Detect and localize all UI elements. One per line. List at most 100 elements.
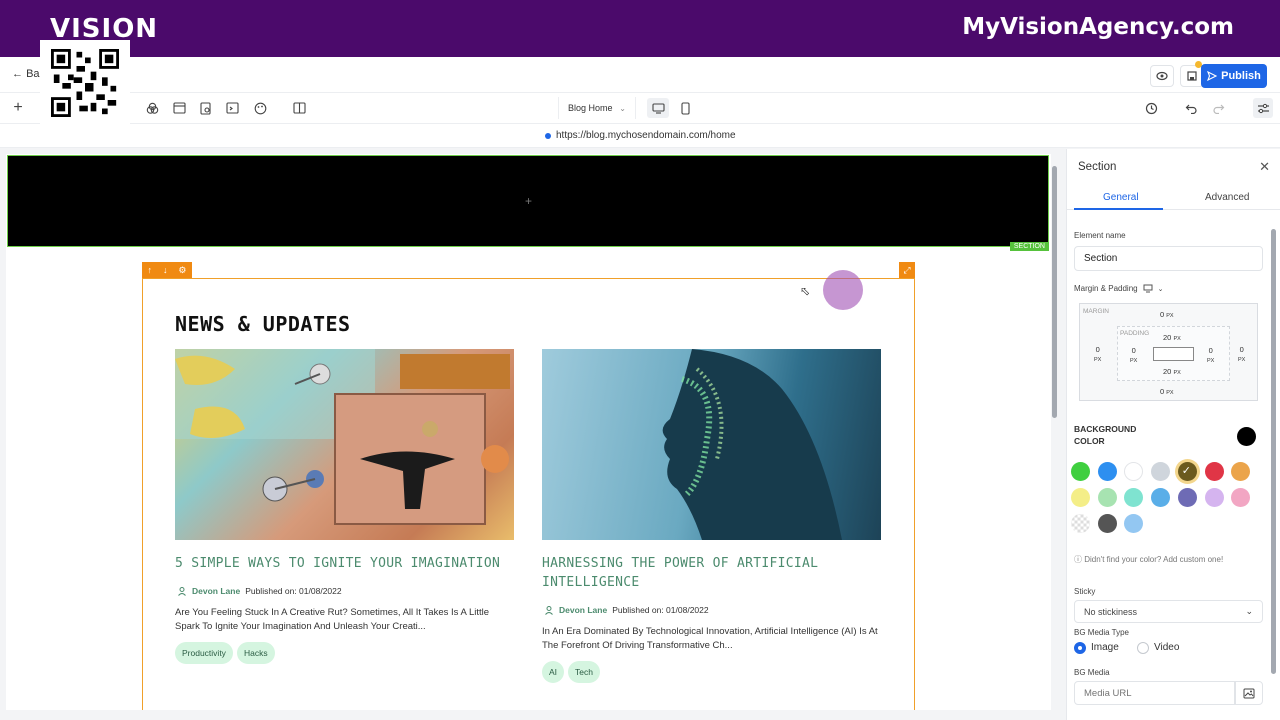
post-date: Published on: 01/08/2022 (612, 605, 709, 615)
user-icon (545, 606, 553, 615)
post-title[interactable]: HARNESSING THE POWER OF ARTIFICIAL INTEL… (542, 554, 882, 592)
expand-icon[interactable]: ⤢ (899, 262, 915, 278)
panel-scrollbar[interactable] (1271, 229, 1276, 674)
page-url[interactable]: https://blog.mychosendomain.com/home (545, 130, 736, 141)
custom-color-hint[interactable]: ⓘ Didn't find your color? Add custom one… (1074, 554, 1223, 565)
padding-top-value[interactable]: 20 PX (1163, 333, 1181, 342)
post-tag[interactable]: AI (542, 661, 565, 683)
media-type-image-label[interactable]: Image (1091, 642, 1119, 653)
user-icon (178, 587, 186, 596)
history-icon[interactable] (1143, 100, 1159, 116)
editor-toolbar: + Blog Home ⌄ (0, 93, 1280, 124)
sections-icon[interactable] (171, 100, 187, 116)
page-selector[interactable]: Blog Home ⌄ (558, 97, 636, 119)
padding-left-value[interactable]: 0 PX (1130, 346, 1137, 366)
color-swatch[interactable] (1204, 462, 1224, 481)
color-swatch[interactable] (1124, 462, 1144, 481)
post-tag[interactable]: Productivity (175, 642, 233, 664)
chevron-down-icon[interactable]: ⌄ (1158, 285, 1164, 293)
canvas-scrollbar-thumb[interactable] (1052, 166, 1057, 418)
desktop-view-button[interactable] (647, 98, 669, 118)
media-type-image-radio[interactable] (1074, 642, 1086, 654)
sticky-label: Sticky (1074, 587, 1096, 596)
desktop-icon[interactable] (1143, 284, 1153, 293)
check-icon: ✓ (1181, 465, 1192, 477)
color-swatch[interactable] (1177, 488, 1197, 507)
post-author[interactable]: Devon Lane (559, 605, 607, 615)
media-type-video-radio[interactable] (1137, 642, 1149, 654)
layers-icon[interactable] (144, 100, 160, 116)
color-swatch[interactable] (1097, 488, 1117, 507)
publish-button[interactable]: Publish (1201, 64, 1267, 88)
send-icon (1207, 71, 1218, 81)
element-name-input[interactable]: Section (1074, 246, 1263, 271)
url-bar: https://blog.mychosendomain.com/home (0, 124, 1280, 148)
color-swatch[interactable] (1204, 488, 1224, 507)
mobile-view-button[interactable] (674, 98, 696, 118)
redo-icon[interactable] (1210, 100, 1226, 116)
sticky-select[interactable]: No stickiness ⌄ (1074, 600, 1263, 623)
padding-right-value[interactable]: 0 PX (1207, 346, 1214, 366)
post-date: Published on: 01/08/2022 (245, 586, 342, 596)
add-element-icon[interactable]: + (10, 99, 26, 116)
gear-icon[interactable]: ⚙ (178, 265, 186, 276)
post-image-ai-face[interactable] (542, 349, 881, 540)
color-swatch[interactable] (1097, 514, 1117, 533)
post-tag[interactable]: Tech (568, 661, 600, 683)
post-excerpt: Are You Feeling Stuck In A Creative Rut?… (175, 607, 490, 632)
color-swatch[interactable] (1124, 488, 1144, 507)
padding-box: PADDING 20 PX 20 PX 0 PX 0 PX (1117, 326, 1230, 381)
media-url-input[interactable] (1074, 681, 1235, 705)
background-color-label: BACKGROUND COLOR (1074, 424, 1137, 446)
background-color-preview[interactable] (1237, 427, 1256, 446)
editor-canvas[interactable]: + SECTION ↑ ↓ ⚙ ⤢ NEWS & UPDATES 5 SIMPL… (6, 154, 1051, 710)
post-meta: Devon Lane Published on: 01/08/2022 (177, 586, 342, 596)
info-icon: ⓘ (1074, 555, 1082, 564)
theme-palette-icon[interactable] (252, 100, 268, 116)
settings-sliders-icon[interactable] (1253, 98, 1273, 118)
tab-general[interactable]: General (1103, 192, 1139, 203)
color-swatch[interactable] (1231, 462, 1251, 481)
arrow-down-icon[interactable]: ↓ (163, 265, 168, 275)
bg-media-label: BG Media (1074, 668, 1110, 677)
add-row-icon[interactable]: + (525, 194, 532, 208)
black-section[interactable]: + (7, 155, 1049, 247)
padding-bottom-value[interactable]: 20 PX (1163, 367, 1181, 376)
content-box (1153, 347, 1194, 361)
mouse-pointer-icon: ⬁ (800, 284, 811, 298)
color-swatch[interactable] (1151, 488, 1171, 507)
post-author[interactable]: Devon Lane (192, 586, 240, 596)
tab-advanced[interactable]: Advanced (1205, 192, 1249, 203)
margin-bottom-value[interactable]: 0 PX (1160, 387, 1174, 396)
desktop-icon (651, 102, 665, 114)
color-swatch[interactable] (1097, 462, 1117, 481)
post-tag[interactable]: Hacks (237, 642, 275, 664)
media-type-video-label[interactable]: Video (1154, 642, 1179, 653)
close-icon[interactable]: ✕ (1259, 159, 1270, 175)
banner-site-name: MyVisionAgency.com (962, 14, 1234, 40)
post-title[interactable]: 5 SIMPLE WAYS TO IGNITE YOUR IMAGINATION (175, 554, 515, 573)
preview-button[interactable] (1150, 65, 1174, 87)
code-icon[interactable] (224, 100, 240, 116)
color-swatch[interactable] (1071, 514, 1090, 533)
page-settings-icon[interactable] (198, 100, 214, 116)
color-swatch[interactable] (1071, 462, 1090, 481)
undo-icon[interactable] (1183, 100, 1199, 116)
color-swatch[interactable] (1231, 488, 1251, 507)
image-icon (1243, 688, 1255, 698)
color-swatch[interactable] (1071, 488, 1090, 507)
margin-right-value[interactable]: 0 PX (1238, 345, 1245, 365)
media-picker-button[interactable] (1235, 681, 1263, 705)
split-view-icon[interactable] (291, 100, 307, 116)
post-image-graffiti[interactable] (175, 349, 514, 540)
news-heading: NEWS & UPDATES (175, 312, 351, 336)
arrow-up-icon[interactable]: ↑ (147, 265, 152, 275)
color-swatch[interactable] (1124, 514, 1144, 533)
live-status-dot (545, 132, 551, 139)
margin-padding-label: Margin & Padding ⌄ (1074, 284, 1164, 293)
margin-left-value[interactable]: 0 PX (1094, 345, 1101, 365)
color-swatch[interactable]: ✓ (1177, 462, 1197, 481)
bg-media-type-label: BG Media Type (1074, 628, 1129, 637)
margin-top-value[interactable]: 0 PX (1160, 310, 1174, 319)
color-swatch[interactable] (1151, 462, 1171, 481)
